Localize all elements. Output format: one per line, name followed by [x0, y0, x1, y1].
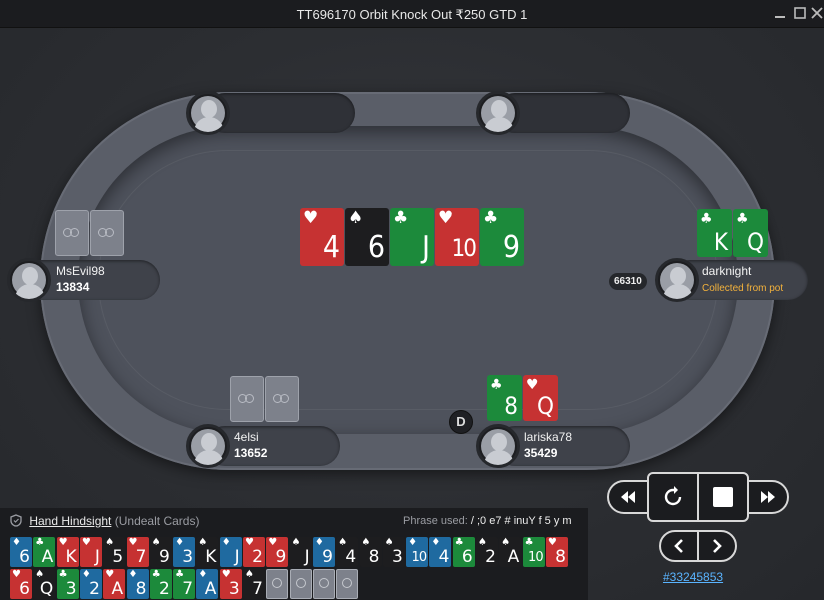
undealt-card: ♥ 3	[219, 569, 242, 599]
next-hand-button[interactable]	[697, 530, 737, 562]
undealt-card: ♣ 10	[522, 537, 545, 567]
avatar	[476, 424, 520, 468]
undealt-card: ♦ 9	[312, 537, 335, 567]
chevron-left-icon	[674, 539, 683, 553]
stop-icon	[713, 487, 733, 507]
undealt-card: ♥ A	[103, 569, 126, 599]
phrase-label: Phrase used:	[403, 515, 468, 527]
undealt-card: ♥ 7	[126, 537, 149, 567]
dealer-button: D	[449, 410, 473, 434]
undealt-card: ♦ 4	[429, 537, 452, 567]
avatar	[655, 258, 699, 302]
undealt-card: ♠ 3	[382, 537, 405, 567]
undealt-card: ♦ 8	[126, 569, 149, 599]
player-stack: 35429	[524, 446, 558, 460]
hindsight-header: Hand Hindsight (Undealt Cards)	[10, 514, 199, 528]
avatar	[476, 91, 520, 135]
chevron-right-icon	[713, 539, 722, 553]
hand-id-link[interactable]: #33245853	[663, 570, 723, 584]
rewind-button[interactable]	[607, 480, 649, 514]
undealt-card: ♠ 7	[243, 569, 265, 599]
undealt-card: ♣ 2	[149, 569, 172, 599]
undealt-card-back	[336, 569, 359, 599]
undealt-card: ♥ K	[56, 537, 79, 567]
hole-card: ♥ Q	[523, 375, 558, 421]
undealt-card: ♠ Q	[33, 569, 56, 599]
hole-card: ♣ Q	[733, 209, 768, 257]
hindsight-title[interactable]: Hand Hindsight	[29, 514, 111, 528]
board-card: ♣ J	[390, 208, 434, 266]
undealt-card: ♦ 10	[406, 537, 429, 567]
hole-card: ♣ K	[697, 209, 732, 257]
title-bar: TT696170 Orbit Knock Out ₹250 GTD 1	[0, 0, 824, 28]
avatar	[186, 424, 230, 468]
undealt-card: ♥ 9	[266, 537, 289, 567]
minimize-icon[interactable]	[773, 6, 787, 20]
previous-hand-button[interactable]	[659, 530, 699, 562]
card-back	[230, 376, 264, 422]
undealt-card: ♣ 3	[56, 569, 79, 599]
rewind-icon	[621, 491, 635, 503]
undealt-card: ♦ 2	[79, 569, 102, 599]
hindsight-subtitle: (Undealt Cards)	[114, 514, 200, 528]
close-icon[interactable]	[810, 6, 824, 20]
phrase-used: Phrase used: / ;0 e7 # inuY f 5 y m	[403, 515, 572, 527]
player-name: MsEvil98	[56, 264, 105, 278]
undealt-card: ♣ 6	[452, 537, 475, 567]
undealt-card: ♠ 4	[336, 537, 359, 567]
player-name: 4elsi	[234, 430, 259, 444]
avatar	[186, 91, 230, 135]
window-title: TT696170 Orbit Knock Out ₹250 GTD 1	[296, 7, 528, 22]
undealt-card-back	[266, 569, 289, 599]
player-name: darknight	[702, 264, 752, 278]
maximize-icon[interactable]	[793, 6, 807, 20]
undealt-card: ♥ J	[79, 537, 102, 567]
undealt-card: ♠ 5	[103, 537, 126, 567]
poker-table-window: TT696170 Orbit Knock Out ₹250 GTD 1 MsEv…	[0, 0, 824, 600]
stop-button[interactable]	[697, 472, 749, 522]
board-card: ♠ 6	[345, 208, 389, 266]
card-back	[265, 376, 299, 422]
undealt-card: ♠ 8	[359, 537, 382, 567]
undealt-card: ♠ K	[196, 537, 219, 567]
replay-icon	[664, 486, 682, 506]
undealt-card: ♥ 6	[10, 569, 32, 599]
undealt-card: ♦ A	[196, 569, 219, 599]
player-stack: 13652	[234, 446, 268, 460]
undealt-card: ♠ A	[499, 537, 522, 567]
card-back	[90, 210, 124, 256]
avatar	[7, 258, 51, 302]
undealt-card: ♠ 9	[149, 537, 172, 567]
fast-forward-icon	[761, 491, 775, 503]
board-card: ♣ 9	[480, 208, 524, 266]
undealt-card: ♠ 2	[476, 537, 498, 567]
board-card: ♥ 4	[300, 208, 344, 266]
undealt-card-back	[289, 569, 312, 599]
phrase-value: / ;0 e7 # inuY f 5 y m	[470, 515, 572, 527]
undealt-card: ♣ 7	[173, 569, 196, 599]
player-name: lariska78	[524, 430, 573, 444]
undealt-card: ♦ J	[219, 537, 242, 567]
player-status: Collected from pot	[702, 283, 784, 294]
hand-hindsight-panel: Hand Hindsight (Undealt Cards) Phrase us…	[0, 508, 588, 600]
undealt-card: ♥ 8	[545, 537, 568, 567]
player-stack: 13834	[56, 280, 90, 294]
undealt-card: ♠ J	[289, 537, 312, 567]
fast-forward-button[interactable]	[747, 480, 789, 514]
undealt-card: ♦ 3	[173, 537, 196, 567]
undealt-card: ♣ A	[33, 537, 56, 567]
undealt-card: ♥ 2	[243, 537, 265, 567]
pot-amount: 66310	[609, 273, 647, 290]
hole-card: ♣ 8	[487, 375, 522, 421]
card-back	[55, 210, 89, 256]
replay-button[interactable]	[647, 472, 699, 522]
shield-icon	[10, 514, 22, 527]
board-card: ♥ 10	[435, 208, 479, 266]
undealt-card: ♦ 6	[10, 537, 32, 567]
undealt-card-back	[312, 569, 335, 599]
